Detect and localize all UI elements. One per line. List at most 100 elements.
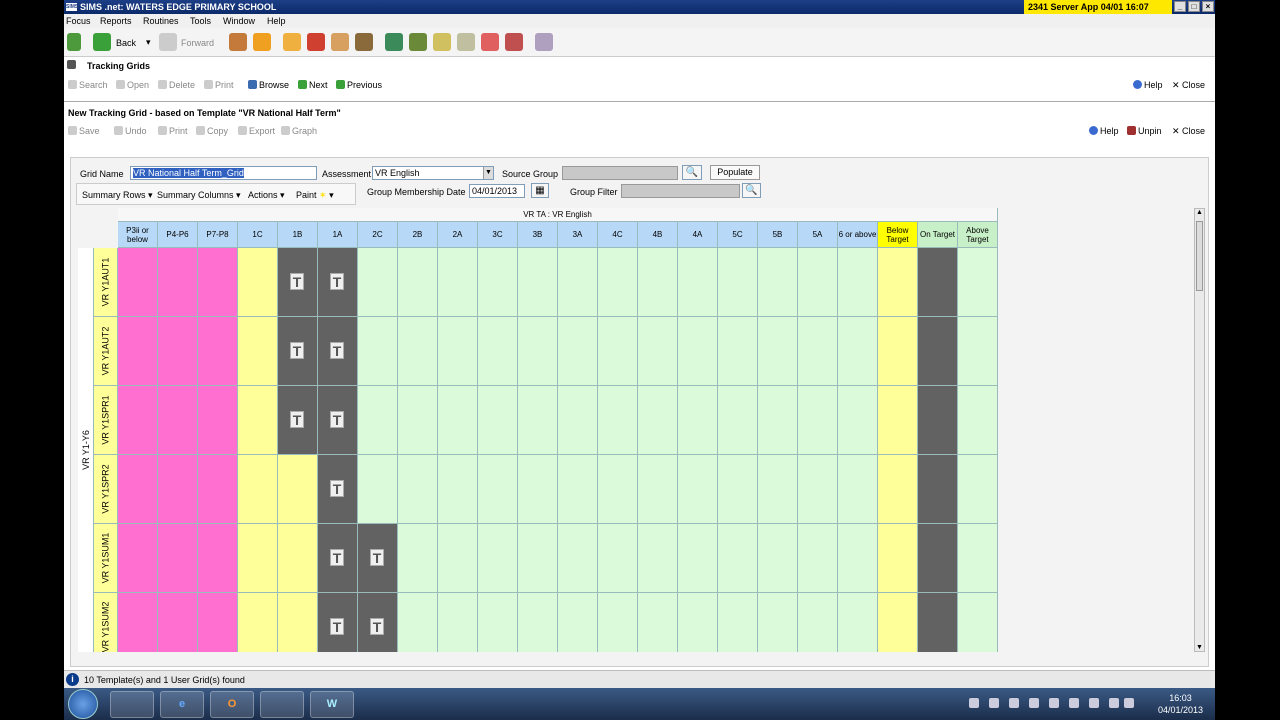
grid-cell[interactable] — [558, 248, 598, 317]
grid-cell[interactable] — [158, 248, 198, 317]
grid-cell[interactable] — [678, 386, 718, 455]
column-header[interactable]: 1B — [278, 222, 318, 248]
home-icon[interactable] — [67, 33, 81, 51]
marksheet-icon[interactable] — [409, 33, 427, 51]
target-marker[interactable]: T — [330, 342, 344, 359]
grid-cell[interactable] — [238, 524, 278, 593]
group-filter-input[interactable] — [621, 184, 740, 198]
grid-cell[interactable]: T — [358, 593, 398, 652]
target-marker[interactable]: T — [330, 618, 344, 635]
grid-cell[interactable] — [478, 524, 518, 593]
menu-window[interactable]: Window — [223, 16, 255, 26]
menu-tools[interactable]: Tools — [190, 16, 211, 26]
grid-cell[interactable] — [758, 455, 798, 524]
tray-icon[interactable] — [1069, 698, 1079, 708]
grid-cell[interactable] — [678, 524, 718, 593]
row-header[interactable]: VR Y1SUM1 — [94, 524, 118, 593]
grid-cell[interactable] — [278, 593, 318, 652]
grid-cell[interactable] — [798, 248, 838, 317]
tools-icon[interactable] — [355, 33, 373, 51]
calendar-icon[interactable]: ▦ — [531, 183, 549, 198]
row-header[interactable]: VR Y1SPR2 — [94, 455, 118, 524]
grid-cell[interactable] — [638, 524, 678, 593]
grid-cell[interactable] — [958, 455, 998, 524]
grid-cell[interactable] — [798, 593, 838, 652]
notes-icon[interactable] — [433, 33, 451, 51]
grid-cell[interactable] — [158, 524, 198, 593]
clock-icon[interactable] — [505, 33, 523, 51]
grid-cell[interactable] — [598, 593, 638, 652]
grid-cell[interactable] — [718, 386, 758, 455]
grid-cell[interactable] — [238, 248, 278, 317]
grid-cell[interactable] — [118, 524, 158, 593]
column-header[interactable]: P7-P8 — [198, 222, 238, 248]
menu-focus[interactable]: Focus — [66, 16, 91, 26]
grid-cell[interactable] — [478, 317, 518, 386]
column-header[interactable]: P3ii or below — [118, 222, 158, 248]
populate-button[interactable]: Populate — [710, 165, 760, 180]
source-group-input[interactable] — [562, 166, 678, 180]
grid-cell[interactable] — [798, 455, 838, 524]
grid-cell[interactable] — [958, 593, 998, 652]
grid-cell[interactable] — [518, 524, 558, 593]
grid-cell[interactable] — [198, 386, 238, 455]
grid-name-input[interactable]: VR National Half Term_Grid — [130, 166, 317, 180]
maximize-button[interactable]: □ — [1188, 1, 1200, 12]
actions-menu[interactable]: Actions ▾ — [248, 190, 285, 201]
grid-cell[interactable] — [678, 248, 718, 317]
pupil-icon[interactable] — [481, 33, 499, 51]
grid-cell[interactable] — [878, 317, 918, 386]
summary-columns-menu[interactable]: Summary Columns ▾ — [157, 190, 241, 201]
grid-cell[interactable] — [158, 593, 198, 652]
target-marker[interactable]: T — [290, 411, 304, 428]
grid-cell[interactable]: T — [358, 524, 398, 593]
vertical-scrollbar[interactable]: ▲ ▼ — [1194, 208, 1205, 652]
back-dropdown-icon[interactable]: ▾ — [146, 37, 151, 48]
grid-cell[interactable]: T — [318, 248, 358, 317]
grid-cell[interactable] — [758, 386, 798, 455]
network-icon[interactable] — [1109, 698, 1119, 708]
grid-cell[interactable] — [878, 455, 918, 524]
scroll-down-icon[interactable]: ▼ — [1196, 644, 1203, 651]
grid-cell[interactable]: T — [278, 248, 318, 317]
next-button[interactable]: Next — [298, 80, 328, 90]
column-header[interactable]: 3C — [478, 222, 518, 248]
paint-menu[interactable]: Paint ✶ ▾ — [296, 190, 334, 201]
grid-cell[interactable] — [638, 593, 678, 652]
back-button[interactable]: Back — [116, 38, 136, 48]
edit-icon[interactable] — [457, 33, 475, 51]
people-icon[interactable] — [229, 33, 247, 51]
person-icon[interactable] — [253, 33, 271, 51]
column-header[interactable]: 1C — [238, 222, 278, 248]
grid-cell[interactable] — [118, 455, 158, 524]
target-marker[interactable]: T — [370, 549, 384, 566]
grid-cell[interactable] — [478, 455, 518, 524]
group-filter-search-icon[interactable]: 🔍 — [742, 183, 761, 198]
grid-cell[interactable] — [598, 524, 638, 593]
grid-cell[interactable] — [558, 455, 598, 524]
browse-button[interactable]: Browse — [248, 80, 289, 90]
summary-rows-menu[interactable]: Summary Rows ▾ — [82, 190, 153, 201]
close-button[interactable]: ✕ Close — [1172, 80, 1205, 91]
grid-cell[interactable] — [878, 593, 918, 652]
grid-help-button[interactable]: Help — [1089, 126, 1119, 136]
grid-cell[interactable] — [598, 248, 638, 317]
grid-cell[interactable] — [838, 524, 878, 593]
scroll-up-icon[interactable]: ▲ — [1196, 209, 1203, 216]
grid-cell[interactable] — [478, 248, 518, 317]
column-header[interactable]: 4B — [638, 222, 678, 248]
grid-cell[interactable] — [958, 524, 998, 593]
ie-icon[interactable]: e — [160, 691, 204, 718]
grid-cell[interactable] — [798, 524, 838, 593]
grid-cell[interactable] — [758, 317, 798, 386]
grid-cell[interactable] — [918, 248, 958, 317]
grid-cell[interactable] — [918, 386, 958, 455]
grid-cell[interactable] — [118, 593, 158, 652]
target-marker[interactable]: T — [370, 618, 384, 635]
tray-icon[interactable] — [1009, 698, 1019, 708]
grid-cell[interactable] — [638, 317, 678, 386]
grid-cell[interactable] — [478, 386, 518, 455]
row-header[interactable]: VR Y1SUM2 — [94, 593, 118, 652]
grid-cell[interactable] — [238, 317, 278, 386]
scroll-thumb[interactable] — [1196, 221, 1203, 291]
